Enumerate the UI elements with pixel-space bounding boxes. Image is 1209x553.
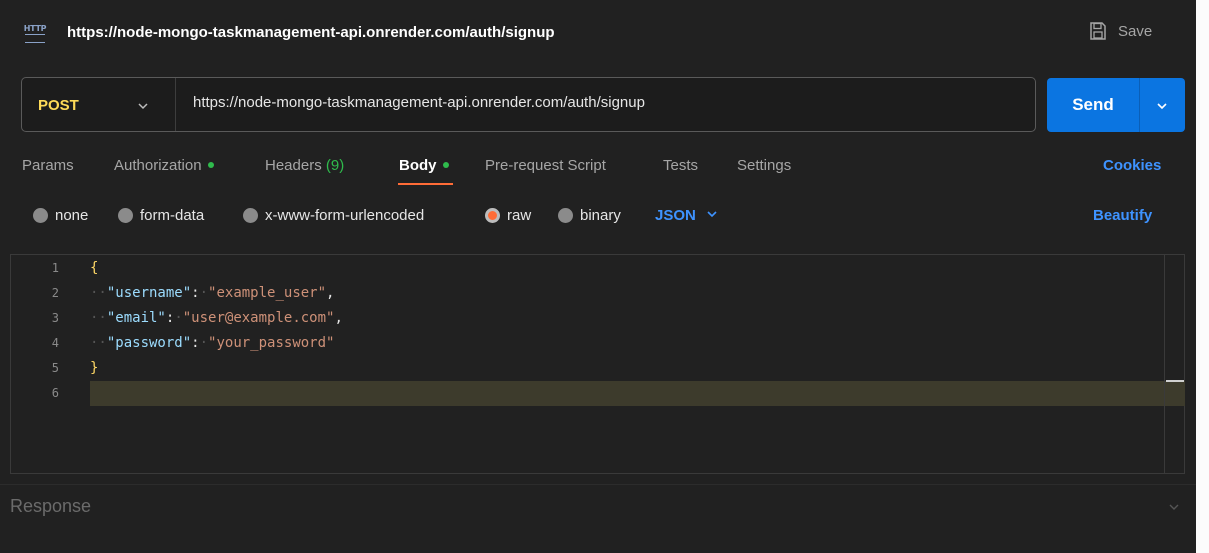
- chevron-down-icon[interactable]: [1168, 500, 1180, 518]
- line-number: 4: [51, 336, 59, 350]
- chevron-down-icon: [137, 99, 149, 117]
- format-select[interactable]: JSON: [655, 207, 718, 224]
- radio-form-data[interactable]: form-data: [118, 207, 204, 224]
- window-edge: [1196, 0, 1209, 553]
- url-input[interactable]: https://node-mongo-taskmanagement-api.on…: [193, 94, 645, 111]
- tab-authorization[interactable]: Authorization: [114, 157, 214, 174]
- active-tab-indicator: [398, 183, 453, 185]
- line-number: 6: [51, 386, 59, 400]
- scroll-position-marker: [1166, 380, 1184, 382]
- send-divider: [1139, 78, 1140, 132]
- line-number-gutter: 1 2 3 4 5 6: [11, 255, 81, 473]
- request-tabs: Params Authorization Headers (9) Body Pr…: [0, 148, 1209, 188]
- radio-x-www-form-urlencoded[interactable]: x-www-form-urlencoded: [243, 207, 424, 224]
- tab-body[interactable]: Body: [399, 157, 449, 174]
- code-editor[interactable]: 1 2 3 4 5 6 { ··"username":·"example_use…: [10, 254, 1185, 474]
- beautify-link[interactable]: Beautify: [1093, 207, 1152, 224]
- tab-pre-request-script[interactable]: Pre-request Script: [485, 157, 606, 174]
- request-title[interactable]: https://node-mongo-taskmanagement-api.on…: [67, 24, 555, 41]
- send-button[interactable]: Send: [1047, 78, 1185, 132]
- current-line-highlight: [90, 381, 1185, 406]
- save-icon: [1088, 21, 1108, 41]
- code-line: {: [90, 260, 99, 276]
- url-bar: POST https://node-mongo-taskmanagement-a…: [21, 77, 1036, 132]
- code-line: ··"email":·"user@example.com",: [90, 310, 343, 326]
- status-dot: [207, 162, 214, 169]
- headers-count: (9): [325, 157, 345, 174]
- response-label: Response: [10, 496, 92, 516]
- save-button[interactable]: Save: [1088, 21, 1152, 41]
- cookies-link[interactable]: Cookies: [1103, 157, 1161, 174]
- tab-params[interactable]: Params: [22, 157, 74, 174]
- radio-circle[interactable]: [243, 208, 258, 223]
- response-panel-header[interactable]: Response: [0, 488, 1209, 528]
- code-line: ··"username":·"example_user",: [90, 285, 335, 301]
- tab-settings[interactable]: Settings: [737, 157, 791, 174]
- tab-headers[interactable]: Headers (9): [265, 157, 344, 174]
- radio-circle-selected[interactable]: [485, 208, 500, 223]
- status-dot: [442, 162, 449, 169]
- radio-circle[interactable]: [33, 208, 48, 223]
- format-label: JSON: [655, 207, 696, 224]
- radio-raw[interactable]: raw: [485, 207, 531, 224]
- send-label: Send: [1072, 95, 1114, 114]
- radio-binary[interactable]: binary: [558, 207, 621, 224]
- radio-circle[interactable]: [558, 208, 573, 223]
- code-line: ··"password":·"your_password": [90, 335, 335, 351]
- chevron-down-icon: [706, 207, 718, 224]
- line-number: 1: [51, 261, 59, 275]
- radio-none[interactable]: none: [33, 207, 88, 224]
- http-icon: HTTP: [22, 21, 48, 45]
- line-number: 2: [51, 286, 59, 300]
- method-label: POST: [38, 97, 79, 114]
- request-header: HTTP https://node-mongo-taskmanagement-a…: [0, 0, 1209, 66]
- chevron-down-icon[interactable]: [1156, 99, 1168, 117]
- line-number: 5: [51, 361, 59, 375]
- editor-scrollbar[interactable]: [1164, 255, 1165, 473]
- response-divider: [0, 484, 1209, 485]
- line-number: 3: [51, 311, 59, 325]
- radio-circle[interactable]: [118, 208, 133, 223]
- body-type-options: none form-data x-www-form-urlencoded raw…: [0, 200, 1209, 232]
- save-label: Save: [1118, 22, 1153, 40]
- code-line: }: [90, 360, 99, 376]
- method-select[interactable]: POST: [22, 78, 176, 131]
- tab-tests[interactable]: Tests: [663, 157, 698, 174]
